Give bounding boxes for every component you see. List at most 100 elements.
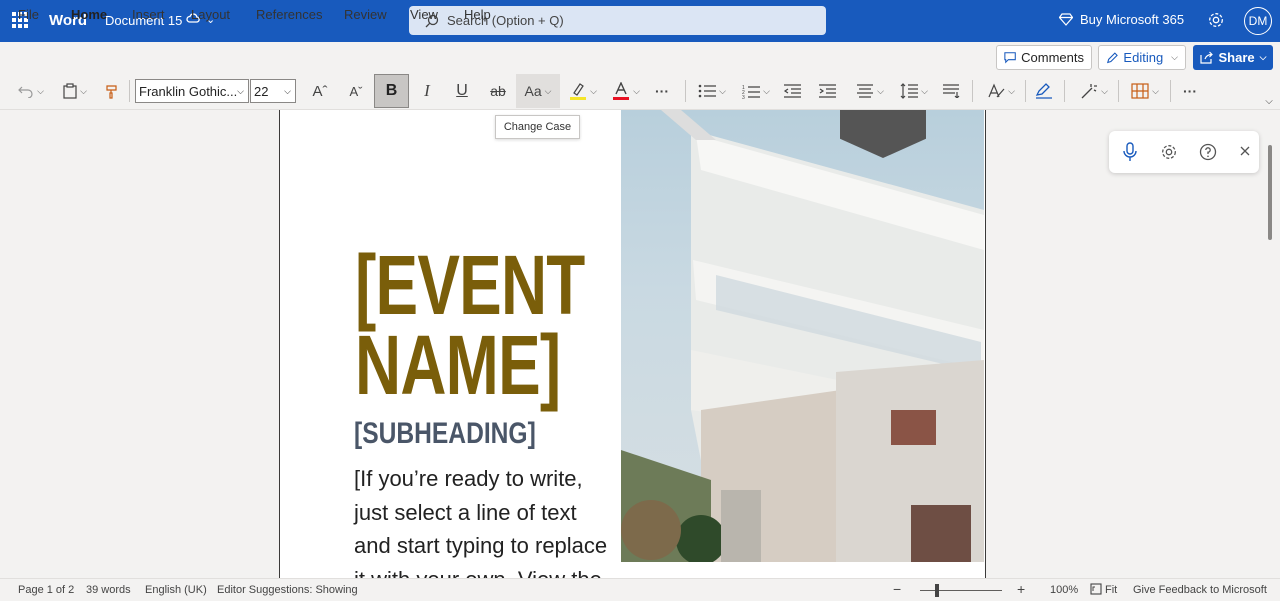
body-line: it with your own. View the [354, 563, 629, 579]
styles-icon [988, 83, 1005, 98]
tab-insert[interactable]: Insert [132, 7, 165, 22]
give-feedback-link[interactable]: Give Feedback to Microsoft [1133, 584, 1267, 596]
italic-icon: I [424, 81, 430, 100]
line-spacing-button[interactable]: ⌵ [896, 80, 932, 102]
format-painter-button[interactable] [101, 80, 123, 102]
vertical-scrollbar[interactable] [1268, 145, 1272, 240]
fit-button[interactable]: Fit [1105, 584, 1117, 596]
status-bar: Page 1 of 2 39 words English (UK) Editor… [0, 578, 1280, 601]
chevron-down-icon: ⌵ [1265, 95, 1273, 107]
zoom-slider-thumb[interactable] [935, 584, 939, 597]
tab-references[interactable]: References [256, 7, 322, 22]
body-text[interactable]: [If you’re ready to write, just select a… [354, 462, 629, 578]
zoom-level[interactable]: 100% [1050, 584, 1078, 596]
numbered-list-icon: 123 [742, 85, 761, 99]
bullet-list-icon [698, 84, 717, 98]
add-ins-button[interactable]: ⌵ [1127, 80, 1163, 102]
event-name-title[interactable]: [EVENT NAME] [355, 243, 585, 412]
zoom-slider[interactable] [920, 590, 1002, 591]
chevron-down-icon: ⌵ [1171, 52, 1178, 62]
share-label: Share [1218, 50, 1255, 65]
paste-button[interactable]: ⌵ [58, 80, 92, 102]
styles-button[interactable]: ⌵ [983, 80, 1019, 102]
paragraph-options-button[interactable] [940, 80, 962, 102]
font-size-select[interactable]: 22 ⌵ [250, 79, 296, 103]
word-count[interactable]: 39 words [86, 584, 131, 596]
designer-button[interactable]: ⌵ [1076, 80, 1112, 102]
body-line: and start typing to replace [354, 533, 608, 558]
editor-button[interactable] [1033, 80, 1055, 102]
more-ribbon-options-button[interactable]: ··· [1178, 80, 1202, 102]
font-size-value: 22 [254, 83, 269, 99]
body-line: just select a line of text [354, 499, 577, 525]
tab-view[interactable]: View [410, 7, 438, 22]
comments-label: Comments [1021, 50, 1084, 65]
tab-review[interactable]: Review [344, 7, 387, 22]
diamond-icon [1059, 13, 1073, 26]
numbering-button[interactable]: 1 2 3 ⌵ [738, 80, 774, 102]
align-button[interactable]: ⌵ [852, 80, 888, 102]
chevron-down-icon: ⌵ [1259, 52, 1267, 62]
tab-file[interactable]: File [18, 7, 39, 22]
help-icon[interactable] [1199, 143, 1217, 166]
bullets-button[interactable]: ⌵ [694, 80, 730, 102]
home-ribbon: ⌵ ⌵ Franklin Gothic... ⌵ 22 ⌵ Aˆ Aˇ B I … [0, 72, 1280, 110]
italic-button[interactable]: I [416, 80, 438, 102]
zoom-in-button[interactable]: + [1017, 581, 1025, 597]
zoom-out-button[interactable]: − [893, 581, 901, 597]
change-case-button[interactable]: Aa ⌵ [516, 74, 560, 108]
close-icon[interactable] [1239, 144, 1251, 162]
event-title-line-2: NAME] [355, 318, 561, 412]
shrink-font-icon: Aˇ [349, 83, 363, 99]
clipboard-icon [63, 83, 77, 99]
highlight-button[interactable]: ⌵ [566, 80, 600, 102]
editor-suggestions-status[interactable]: Editor Suggestions: Showing [217, 584, 358, 596]
avatar[interactable]: DM [1244, 7, 1272, 35]
tab-layout[interactable]: Layout [191, 7, 230, 22]
undo-button[interactable]: ⌵ [14, 80, 48, 102]
increase-indent-button[interactable] [816, 80, 838, 102]
dictation-toolbar [1109, 131, 1259, 173]
font-name-select[interactable]: Franklin Gothic... ⌵ [135, 79, 249, 103]
share-button[interactable]: Share ⌵ [1193, 45, 1273, 70]
buy-microsoft-365-link[interactable]: Buy Microsoft 365 [1059, 12, 1184, 27]
comments-button[interactable]: Comments [996, 45, 1092, 70]
fit-icon [1090, 583, 1102, 598]
editing-mode-button[interactable]: Editing ⌵ [1098, 45, 1186, 70]
strikethrough-icon: ab [490, 83, 506, 99]
shrink-font-button[interactable]: Aˇ [344, 80, 368, 102]
body-line: [If you’re ready to write, [354, 466, 583, 491]
pencil-icon [1106, 51, 1118, 63]
undo-icon [18, 86, 33, 98]
paragraph-icon [943, 84, 960, 98]
collapse-ribbon-button[interactable]: ⌵ [1262, 90, 1276, 112]
subheading[interactable]: [SUBHEADING] [354, 417, 536, 451]
decrease-indent-icon [783, 84, 801, 98]
share-icon [1199, 51, 1213, 64]
grow-font-icon: Aˆ [312, 82, 328, 100]
bold-button[interactable]: B [374, 74, 409, 108]
document-page[interactable]: [EVENT NAME] [SUBHEADING] [If you’re rea… [279, 110, 986, 578]
more-icon: ··· [1183, 83, 1197, 99]
more-font-options-button[interactable]: ··· [650, 80, 674, 102]
bold-icon: B [385, 82, 398, 99]
font-color-button[interactable]: ⌵ [608, 80, 644, 102]
tab-home[interactable]: Home [71, 7, 108, 28]
decrease-indent-button[interactable] [781, 80, 803, 102]
page-count[interactable]: Page 1 of 2 [18, 584, 74, 596]
change-case-icon: Aa [524, 83, 542, 99]
more-icon: ··· [655, 83, 669, 99]
editor-pen-icon [1035, 83, 1052, 99]
document-canvas[interactable]: [EVENT NAME] [SUBHEADING] [If you’re rea… [0, 110, 1280, 578]
tab-help[interactable]: Help [464, 7, 491, 22]
settings-gear-icon[interactable] [1207, 11, 1225, 34]
format-painter-icon [106, 84, 117, 99]
language-status[interactable]: English (UK) [145, 584, 207, 596]
dictation-settings-icon[interactable] [1160, 143, 1178, 166]
grow-font-button[interactable]: Aˆ [308, 80, 332, 102]
strikethrough-button[interactable]: ab [486, 80, 510, 102]
underline-button[interactable]: U [451, 80, 473, 102]
align-center-icon [857, 84, 874, 98]
editing-label: Editing [1123, 50, 1164, 65]
microphone-icon[interactable] [1123, 142, 1137, 167]
